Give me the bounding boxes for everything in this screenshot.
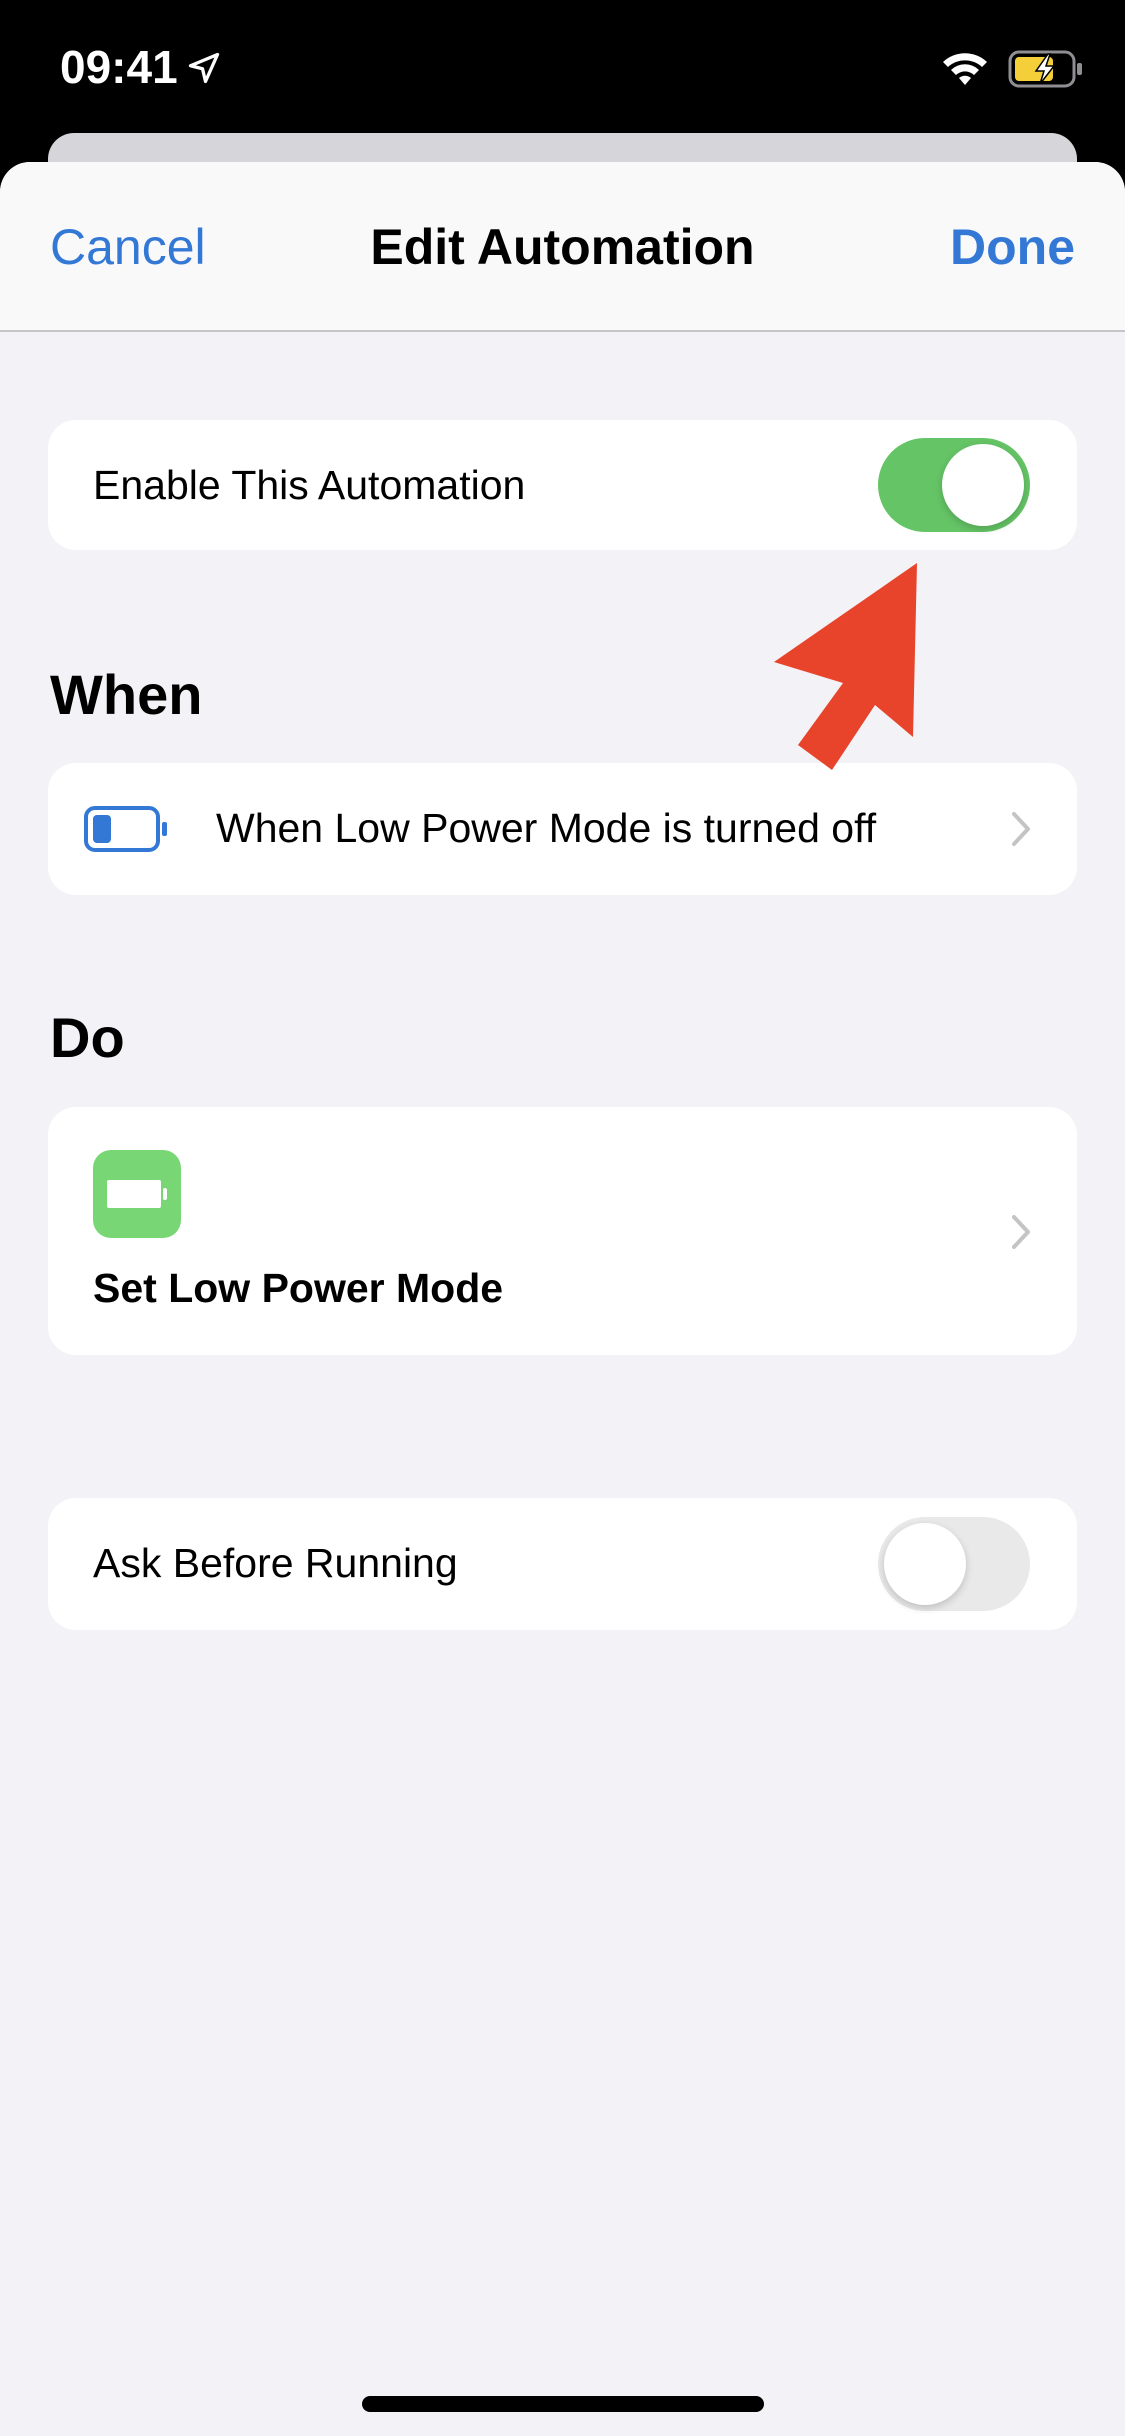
- battery-low-icon: [84, 806, 167, 852]
- toggle-knob: [942, 444, 1024, 526]
- ask-before-running-row: Ask Before Running: [48, 1498, 1077, 1630]
- chevron-right-icon: [1012, 812, 1030, 846]
- status-time: 09:41: [60, 41, 178, 93]
- enable-automation-row: Enable This Automation: [48, 420, 1077, 550]
- action-row[interactable]: Set Low Power Mode: [48, 1107, 1077, 1355]
- chevron-right-icon: [1012, 1215, 1030, 1249]
- toggle-knob: [884, 1523, 966, 1605]
- when-section-header: When: [50, 663, 203, 726]
- enable-automation-label: Enable This Automation: [93, 462, 526, 508]
- nav-bar: Cancel Edit Automation Done: [0, 162, 1125, 332]
- ask-before-running-label: Ask Before Running: [93, 1540, 458, 1586]
- battery-full-icon: [107, 1180, 167, 1208]
- ask-before-running-toggle[interactable]: [878, 1517, 1030, 1611]
- done-button[interactable]: Done: [950, 218, 1075, 276]
- action-label: Set Low Power Mode: [93, 1265, 504, 1311]
- home-indicator[interactable]: [362, 2396, 764, 2412]
- do-section-header: Do: [50, 1006, 125, 1069]
- annotation-arrow: [774, 563, 917, 770]
- enable-automation-toggle[interactable]: [878, 438, 1030, 532]
- edit-automation-sheet: Cancel Edit Automation Done Enable This …: [0, 162, 1125, 2436]
- trigger-row[interactable]: When Low Power Mode is turned off: [48, 763, 1077, 895]
- wifi-icon: [943, 53, 987, 85]
- battery-charging-icon: [1008, 50, 1082, 88]
- trigger-label: When Low Power Mode is turned off: [216, 805, 877, 851]
- action-icon-tile: [93, 1150, 181, 1238]
- location-arrow-icon: [188, 52, 220, 84]
